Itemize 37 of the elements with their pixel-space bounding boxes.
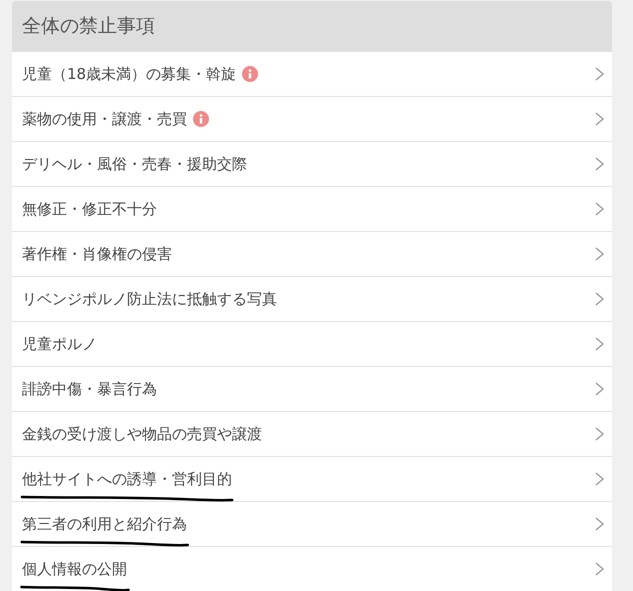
chevron-right-icon [595, 562, 604, 576]
list-item[interactable]: 誹謗中傷・暴言行為 [12, 366, 612, 411]
item-label: 児童（18歳未満）の募集・斡旋 [22, 64, 236, 84]
chevron-right-icon [595, 112, 604, 126]
list-item[interactable]: 児童（18歳未満）の募集・斡旋 [12, 51, 612, 96]
item-label: 金銭の受け渡しや物品の売買や譲渡 [22, 424, 262, 444]
chevron-right-icon [595, 247, 604, 261]
list-item[interactable]: デリヘル・風俗・売春・援助交際 [12, 141, 612, 186]
item-label: 児童ポルノ [22, 334, 97, 354]
item-label: デリヘル・風俗・売春・援助交際 [22, 154, 247, 174]
list-item[interactable]: 個人情報の公開 [12, 546, 612, 591]
list-item[interactable]: リベンジポルノ防止法に抵触する写真 [12, 276, 612, 321]
chevron-right-icon [595, 292, 604, 306]
chevron-right-icon [595, 472, 604, 486]
list-item[interactable]: 薬物の使用・譲渡・売買 [12, 96, 612, 141]
chevron-right-icon [595, 427, 604, 441]
item-label: 誹謗中傷・暴言行為 [22, 380, 157, 398]
chevron-right-icon [595, 382, 604, 396]
item-label: 第三者の利用と紹介行為 [22, 514, 187, 534]
item-label: リベンジポルノ防止法に抵触する写真 [22, 290, 277, 308]
list-item[interactable]: 金銭の受け渡しや物品の売買や譲渡 [12, 411, 612, 456]
item-label: 著作権・肖像権の侵害 [22, 244, 172, 264]
list-item[interactable]: 児童ポルノ [12, 321, 612, 366]
item-label: 他社サイトへの誘導・営利目的 [22, 470, 232, 488]
item-label: 個人情報の公開 [22, 560, 127, 578]
panel-title: 全体の禁止事項 [22, 14, 155, 39]
chevron-right-icon [595, 157, 604, 171]
chevron-right-icon [595, 202, 604, 216]
chevron-right-icon [595, 517, 604, 531]
item-label: 薬物の使用・譲渡・売買 [22, 110, 187, 128]
list-item[interactable]: 無修正・修正不十分 [12, 186, 612, 231]
chevron-right-icon [595, 337, 604, 351]
list-item[interactable]: 第三者の利用と紹介行為 [12, 501, 612, 546]
list-item[interactable]: 他社サイトへの誘導・営利目的 [12, 456, 612, 501]
item-label: 無修正・修正不十分 [22, 200, 157, 218]
chevron-right-icon [595, 67, 604, 81]
list-item[interactable]: 著作権・肖像権の侵害 [12, 231, 612, 276]
